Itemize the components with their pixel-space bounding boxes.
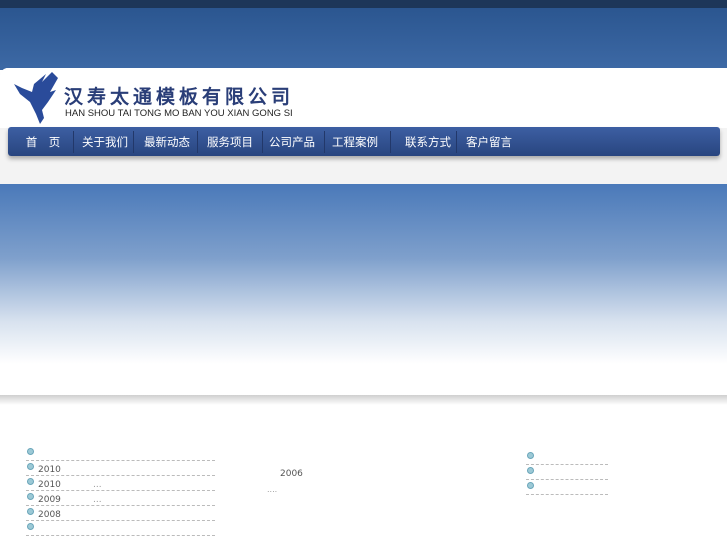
nav-services[interactable]: 服务项目: [207, 134, 253, 150]
nav-cases[interactable]: 工程案例: [332, 134, 378, 150]
banner: [0, 184, 727, 396]
top-bar: [0, 0, 727, 8]
bullet-icon: [527, 467, 534, 474]
list-item[interactable]: [26, 521, 215, 536]
header: 汉寿太通模板有限公司 HAN SHOU TAI TONG MO BAN YOU …: [0, 68, 727, 185]
bullet-icon: [527, 482, 534, 489]
company-name-en: HAN SHOU TAI TONG MO BAN YOU XIAN GONG S…: [65, 108, 293, 119]
top-band: [0, 8, 727, 70]
list-item[interactable]: 2009...: [26, 491, 215, 506]
nav-contact[interactable]: 联系方式: [405, 134, 451, 150]
bullet-icon: [27, 508, 34, 515]
nav-products[interactable]: 公司产品: [269, 134, 315, 150]
eagle-logo-icon: [14, 72, 58, 124]
list-item[interactable]: [26, 446, 215, 461]
bullet-icon: [27, 463, 34, 470]
list-item[interactable]: 2010: [26, 461, 215, 476]
nav-guestbook[interactable]: 客户留言: [466, 134, 512, 150]
bullet-icon: [27, 523, 34, 530]
intro-more-link[interactable]: ....: [267, 485, 277, 494]
bullet-icon: [27, 448, 34, 455]
company-name: 汉寿太通模板有限公司: [64, 86, 295, 108]
main-nav: 首 页 关于我们 最新动态 服务项目 公司产品 工程案例 联系方式 客户留言: [8, 127, 720, 156]
list-item[interactable]: [526, 465, 608, 480]
bullet-icon: [27, 478, 34, 485]
list-item[interactable]: [526, 450, 608, 465]
intro-year: 2006: [280, 469, 303, 479]
list-item[interactable]: 2010...: [26, 476, 215, 491]
nav-news[interactable]: 最新动态: [144, 134, 190, 150]
bullet-icon: [27, 493, 34, 500]
nav-about[interactable]: 关于我们: [82, 134, 128, 150]
list-item[interactable]: [526, 480, 608, 495]
nav-home[interactable]: 首 页: [26, 134, 61, 150]
bullet-icon: [527, 452, 534, 459]
list-item[interactable]: 2008: [26, 506, 215, 521]
